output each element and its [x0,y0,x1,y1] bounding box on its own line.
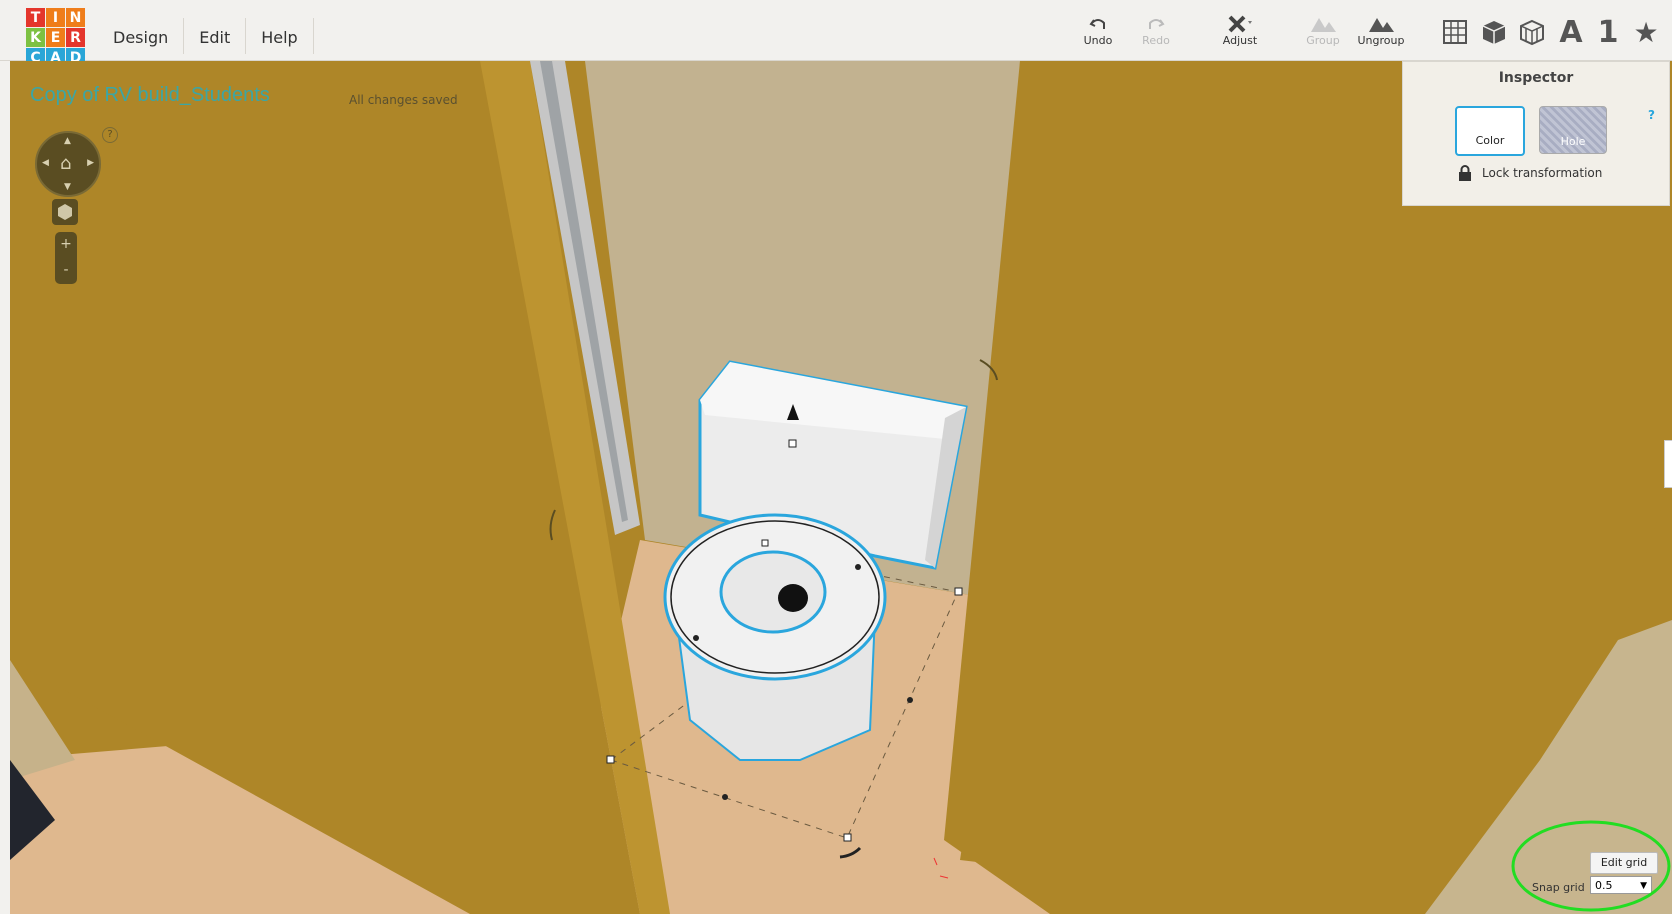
home-view-icon[interactable]: ⌂ [60,153,71,174]
resize-handle[interactable] [761,539,769,547]
logo-letter: N [66,8,85,27]
view-cube-button[interactable] [52,199,78,225]
adjust-button[interactable]: Adjust [1218,14,1262,47]
hole-swatch[interactable]: Hole [1539,106,1607,154]
lock-transformation-toggle[interactable]: Lock transformation [1458,165,1602,181]
logo-letter: T [26,8,45,27]
undo-button[interactable]: Undo [1078,14,1118,47]
hole-box-icon[interactable] [1516,16,1548,48]
resize-handle[interactable] [843,833,852,842]
adjust-label: Adjust [1222,34,1258,47]
cube-icon [58,204,72,220]
view-navigation-pad[interactable]: ▲ ▼ ◀ ▶ ⌂ [35,131,101,197]
logo-letter: E [46,28,65,47]
group-icon [1311,18,1336,32]
menu-edit[interactable]: Edit [184,18,247,54]
lock-label: Lock transformation [1482,166,1603,180]
save-status: All changes saved [349,93,458,107]
pan-down-icon[interactable]: ▼ [64,182,71,192]
resize-handle[interactable] [693,635,699,641]
resize-handle[interactable] [855,564,861,570]
menu-design[interactable]: Design [98,18,185,54]
logo-letter: I [46,8,65,27]
nav-help-icon[interactable]: ? [102,127,118,143]
hole-label: Hole [1560,135,1586,148]
number-shape-icon[interactable]: 1 [1592,15,1624,50]
undo-icon [1089,19,1105,29]
inspector-help-icon[interactable]: ? [1648,108,1655,122]
drain-hole [778,584,808,612]
menu-help[interactable]: Help [246,18,314,54]
left-edge [0,61,10,914]
zoom-in-button[interactable]: + [55,232,77,258]
resize-handle[interactable] [606,755,615,764]
tinkercad-logo[interactable]: T I N K E R C A D [26,8,86,68]
text-shape-icon[interactable]: A [1555,15,1587,50]
redo-label: Redo [1142,34,1170,47]
resize-handle[interactable] [722,794,728,800]
workplane-grid-icon[interactable] [1439,16,1471,48]
ungroup-label: Ungroup [1357,34,1405,47]
main-menu: Design Edit Help [98,18,314,54]
solid-box-icon[interactable] [1478,16,1510,48]
logo-letter: K [26,28,45,47]
pan-right-icon[interactable]: ▶ [87,158,94,168]
resize-handle[interactable] [954,587,963,596]
redo-button[interactable]: Redo [1136,14,1176,47]
pan-up-icon[interactable]: ▲ [64,136,71,146]
zoom-controls: + - [55,232,77,284]
group-label: Group [1306,34,1340,47]
zoom-out-button[interactable]: - [55,258,77,284]
panel-collapse-tab[interactable] [1664,440,1672,488]
inspector-panel: Inspector Color Hole ? Lock transformati… [1402,61,1670,206]
lock-icon [1459,165,1471,181]
logo-letter: R [66,28,85,47]
star-icon[interactable]: ★ [1630,16,1662,49]
top-toolbar: T I N K E R C A D Design Edit Help Undo … [0,0,1672,67]
undo-label: Undo [1083,34,1113,47]
resize-handle[interactable] [788,439,797,448]
seat-opening [719,550,827,634]
inspector-title: Inspector [1498,70,1574,86]
color-label: Color [1475,134,1505,147]
highlight-ring [1511,820,1671,912]
adjust-icon [1228,15,1252,33]
group-button[interactable]: Group [1303,14,1343,47]
color-swatch[interactable]: Color [1455,106,1525,156]
resize-handle[interactable] [907,697,913,703]
ungroup-button[interactable]: Ungroup [1356,14,1406,47]
project-title[interactable]: Copy of RV build_Students [30,84,270,107]
redo-icon [1149,19,1165,29]
pan-left-icon[interactable]: ◀ [42,158,49,168]
ungroup-icon [1369,18,1394,32]
